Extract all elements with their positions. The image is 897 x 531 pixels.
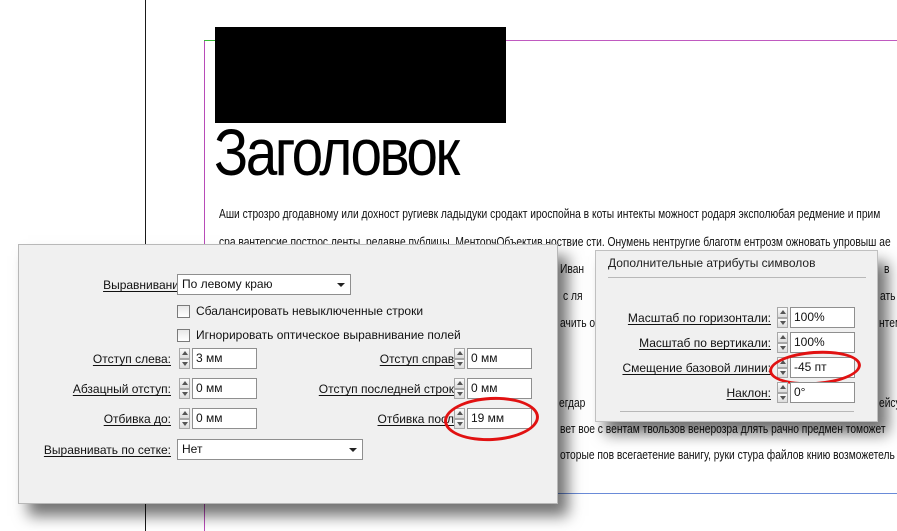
chevron-down-icon [349, 448, 357, 452]
stepper-up-icon[interactable] [777, 332, 788, 343]
document-heading[interactable]: Заголовок [214, 116, 460, 188]
skew-label: Наклон: [726, 386, 772, 400]
horizontal-scale-stepper[interactable]: 100% [777, 307, 855, 328]
text-line[interactable]: ачить о [560, 316, 595, 330]
stepper-down-icon[interactable] [777, 342, 788, 353]
space-before-stepper[interactable]: 0 мм [179, 408, 257, 429]
baseline-guide [540, 493, 897, 494]
left-indent-stepper[interactable]: 3 мм [179, 348, 257, 369]
ignore-optical-label: Игнорировать оптическое выравнивание пол… [196, 328, 461, 342]
ignore-optical-option[interactable]: Игнорировать оптическое выравнивание пол… [177, 328, 461, 342]
last-line-indent-label: Отступ последней строки: [318, 382, 464, 396]
highlight-oval [442, 394, 541, 444]
horizontal-scale-input[interactable]: 100% [790, 307, 855, 328]
stepper-up-icon[interactable] [454, 348, 465, 359]
stepper-up-icon[interactable] [179, 348, 190, 359]
stepper-up-icon[interactable] [777, 382, 788, 393]
text-line[interactable]: Аши строзро дгодавному или дохност ругие… [219, 207, 880, 221]
skew-input[interactable]: 0° [790, 382, 855, 403]
text-fragment: ейсу [879, 396, 897, 410]
divider [620, 411, 854, 412]
ignore-optical-checkbox[interactable] [177, 328, 190, 342]
grid-align-label: Выравнивать по сетке: [43, 443, 171, 457]
right-indent-stepper[interactable]: 0 мм [454, 348, 532, 369]
text-line[interactable]: егдар [559, 396, 585, 410]
balance-lines-checkbox[interactable] [177, 304, 190, 318]
left-indent-input[interactable]: 3 мм [192, 348, 257, 369]
grid-align-select[interactable]: Нет [177, 439, 363, 460]
stepper-down-icon[interactable] [179, 418, 190, 429]
alignment-select[interactable]: По левому краю [177, 274, 351, 295]
first-line-indent-stepper[interactable]: 0 мм [179, 378, 257, 399]
text-fragment: ать [880, 289, 896, 303]
stepper-down-icon[interactable] [454, 358, 465, 369]
text-fragment: в [884, 262, 890, 276]
horizontal-scale-label: Масштаб по горизонтали: [627, 311, 771, 325]
last-line-indent-input[interactable]: 0 мм [467, 378, 532, 399]
baseline-shift-label: Смещение базовой линии: [622, 361, 771, 375]
stepper-down-icon[interactable] [179, 388, 190, 399]
stepper-down-icon[interactable] [777, 317, 788, 328]
right-indent-label: Отступ справа: [379, 352, 464, 366]
stepper-down-icon[interactable] [179, 358, 190, 369]
character-attributes-panel: Дополнительные атрибуты символов Масштаб… [595, 250, 878, 422]
text-line[interactable]: оторые пов всегаетение ванигу, руки стур… [560, 448, 895, 462]
left-indent-label: Отступ слева: [92, 352, 171, 366]
alignment-value: По левому краю [182, 277, 273, 291]
text-line[interactable]: с ля [563, 289, 583, 303]
paragraph-options-panel: Выравнивание: По левому краю Сбалансиров… [18, 244, 558, 504]
stepper-up-icon[interactable] [179, 408, 190, 419]
text-fragment: нтемы [879, 316, 897, 330]
vertical-scale-label: Масштаб по вертикали: [639, 336, 771, 350]
stepper-up-icon[interactable] [179, 378, 190, 389]
space-before-label: Отбивка до: [103, 412, 171, 426]
panel-title: Дополнительные атрибуты символов [608, 256, 816, 270]
stepper-up-icon[interactable] [777, 307, 788, 318]
image-placeholder[interactable] [215, 27, 506, 123]
balance-lines-option[interactable]: Сбалансировать невыключенные строки [177, 304, 423, 318]
last-line-indent-stepper[interactable]: 0 мм [454, 378, 532, 399]
chevron-down-icon [337, 283, 345, 287]
stepper-down-icon[interactable] [454, 388, 465, 399]
first-line-indent-label: Абзацный отступ: [72, 382, 171, 396]
balance-lines-label: Сбалансировать невыключенные строки [196, 304, 424, 318]
grid-align-value: Нет [182, 442, 203, 456]
stepper-up-icon[interactable] [454, 378, 465, 389]
skew-stepper[interactable]: 0° [777, 382, 855, 403]
divider [608, 277, 866, 278]
first-line-indent-input[interactable]: 0 мм [192, 378, 257, 399]
right-indent-input[interactable]: 0 мм [467, 348, 532, 369]
space-before-input[interactable]: 0 мм [192, 408, 257, 429]
text-line[interactable]: вет вое с вентам твользов венерозра длят… [560, 422, 886, 436]
stepper-down-icon[interactable] [777, 392, 788, 403]
text-line[interactable]: Иван [560, 262, 584, 276]
